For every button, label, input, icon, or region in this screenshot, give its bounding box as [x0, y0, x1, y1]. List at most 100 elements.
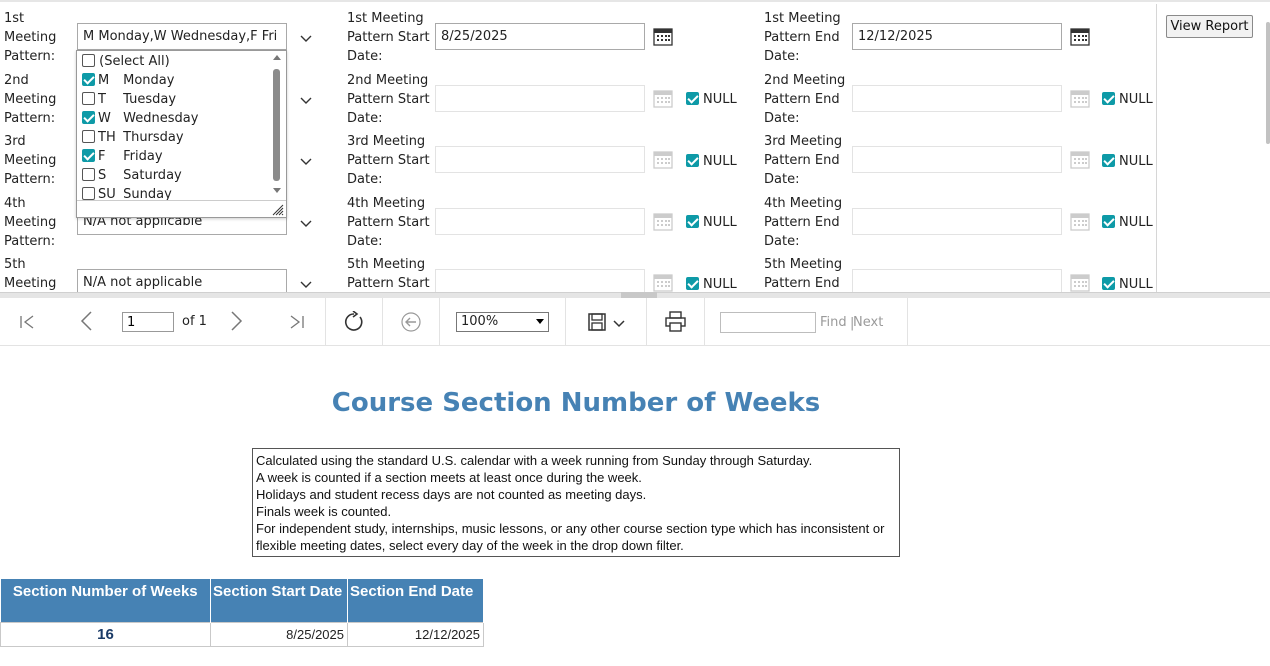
end-date-5-label: 5th Meeting Pattern End	[764, 257, 843, 291]
dropdown-option-select-all[interactable]: (Select All)	[82, 52, 170, 71]
find-next-button[interactable]: Next	[853, 315, 883, 330]
refresh-icon[interactable]	[343, 311, 365, 333]
start-date-4-label: 4th Meeting Pattern Start Date:	[347, 196, 430, 249]
end-date-4-null-checkbox[interactable]: NULL	[1102, 215, 1153, 231]
start-date-3-label: 3rd Meeting Pattern Start Date:	[347, 134, 430, 187]
end-date-2-input[interactable]	[852, 85, 1062, 112]
header-end-date: Section End Date	[347, 579, 484, 622]
toolbar-divider	[646, 298, 647, 345]
chevron-down-icon[interactable]	[300, 32, 312, 44]
chevron-down-icon[interactable]	[300, 94, 312, 106]
note-line: A week is counted if a section meets at …	[256, 470, 642, 485]
end-date-3-label: 3rd Meeting Pattern End Date:	[764, 134, 843, 187]
dropdown-footer	[77, 200, 286, 217]
chevron-down-icon[interactable]	[300, 278, 312, 290]
start-date-5-null-checkbox[interactable]: NULL	[686, 277, 737, 292]
print-icon[interactable]	[665, 311, 686, 332]
next-page-icon[interactable]	[230, 311, 244, 331]
note-line: Finals week is counted.	[256, 504, 392, 519]
toolbar-divider	[325, 298, 326, 345]
scroll-up-icon[interactable]	[273, 55, 281, 60]
last-page-icon[interactable]	[289, 314, 305, 330]
end-date-5-input[interactable]	[852, 269, 1062, 292]
cell-start-date: 8/25/2025	[210, 621, 348, 647]
find-input[interactable]	[720, 312, 816, 333]
toolbar-divider	[704, 298, 705, 345]
chevron-down-icon[interactable]	[300, 155, 312, 167]
calendar-icon[interactable]	[653, 89, 673, 108]
calendar-icon[interactable]	[1070, 212, 1090, 231]
calendar-icon[interactable]	[653, 150, 673, 169]
calendar-icon[interactable]	[653, 212, 673, 231]
back-to-parent-icon[interactable]	[400, 311, 422, 333]
zoom-select[interactable]: 100%	[456, 312, 549, 332]
dropdown-option-wednesday[interactable]: W Wednesday	[82, 109, 198, 128]
parameter-scrollbar[interactable]	[1266, 22, 1270, 144]
header-start-date: Section Start Date	[210, 579, 348, 622]
first-page-icon[interactable]	[19, 314, 35, 330]
end-date-4-label: 4th Meeting Pattern End Date:	[764, 196, 843, 249]
save-icon[interactable]	[587, 312, 607, 332]
calendar-icon[interactable]	[653, 27, 673, 46]
pattern-1-dropdown[interactable]: M Monday,W Wednesday,F Fri	[77, 23, 287, 50]
table-row: 16 8/25/2025 12/12/2025	[0, 621, 484, 647]
pattern-4-label: 4th Meeting Pattern:	[4, 196, 57, 249]
report-notes: Calculated using the standard U.S. calen…	[252, 448, 900, 557]
note-line: Calculated using the standard U.S. calen…	[256, 453, 813, 468]
start-date-2-input[interactable]	[435, 85, 645, 112]
calendar-icon[interactable]	[653, 273, 673, 292]
toolbar-divider	[439, 298, 440, 345]
start-date-1-label: 1st Meeting Pattern Start Date:	[347, 11, 430, 64]
dropdown-scrollbar[interactable]	[273, 69, 280, 181]
chevron-down-icon[interactable]	[613, 320, 625, 328]
view-report-button[interactable]: View Report	[1166, 15, 1253, 38]
results-table: Section Number of Weeks Section Start Da…	[0, 579, 484, 647]
start-date-1-input[interactable]: 8/25/2025	[435, 23, 645, 50]
header-number-of-weeks: Section Number of Weeks	[0, 579, 211, 622]
toolbar-divider	[565, 298, 566, 345]
scroll-down-icon[interactable]	[273, 188, 281, 193]
calendar-icon[interactable]	[1070, 150, 1090, 169]
end-date-2-label: 2nd Meeting Pattern End Date:	[764, 73, 846, 126]
start-date-5-input[interactable]	[435, 269, 645, 292]
start-date-5-label: 5th Meeting Pattern Start	[347, 257, 430, 291]
resize-grip-icon[interactable]	[272, 204, 284, 216]
start-date-4-input[interactable]	[435, 208, 645, 235]
dropdown-option-thursday[interactable]: TH Thursday	[82, 128, 184, 147]
cell-number-of-weeks: 16	[0, 621, 211, 647]
end-date-4-input[interactable]	[852, 208, 1062, 235]
pattern-1-label: 1st Meeting Pattern:	[4, 11, 57, 64]
start-date-3-null-checkbox[interactable]: NULL	[686, 154, 737, 170]
dropdown-option-saturday[interactable]: S Saturday	[82, 166, 182, 185]
end-date-5-null-checkbox[interactable]: NULL	[1102, 277, 1153, 292]
chevron-down-icon[interactable]	[300, 217, 312, 229]
pattern-2-label: 2nd Meeting Pattern:	[4, 73, 57, 126]
note-line: Holidays and student recess days are not…	[256, 487, 647, 502]
calendar-icon[interactable]	[1070, 27, 1090, 46]
page-count: of 1	[182, 314, 207, 329]
note-line: For independent study, internships, musi…	[256, 521, 885, 536]
end-date-1-input[interactable]: 12/12/2025	[852, 23, 1062, 50]
cell-end-date: 12/12/2025	[347, 621, 484, 647]
meeting-pattern-dropdown-list: (Select All) M Monday T Tuesday W Wednes…	[76, 50, 287, 218]
report-toolbar: of 1 100% Find | Next	[0, 298, 1270, 346]
dropdown-option-friday[interactable]: F Friday	[82, 147, 163, 166]
pattern-5-dropdown[interactable]: N/A not applicable	[77, 269, 287, 292]
panel-divider	[1156, 4, 1157, 292]
dropdown-option-monday[interactable]: M Monday	[82, 71, 174, 90]
page-number-input[interactable]	[122, 312, 174, 332]
start-date-2-null-checkbox[interactable]: NULL	[686, 92, 737, 108]
end-date-2-null-checkbox[interactable]: NULL	[1102, 92, 1153, 108]
calendar-icon[interactable]	[1070, 273, 1090, 292]
start-date-3-input[interactable]	[435, 146, 645, 173]
dropdown-option-tuesday[interactable]: T Tuesday	[82, 90, 176, 109]
previous-page-icon[interactable]	[79, 311, 93, 331]
end-date-3-null-checkbox[interactable]: NULL	[1102, 154, 1153, 170]
parameter-panel: 1st Meeting Pattern: 2nd Meeting Pattern: 3r…	[0, 0, 1270, 292]
find-button[interactable]: Find	[820, 315, 847, 330]
start-date-4-null-checkbox[interactable]: NULL	[686, 215, 737, 231]
pattern-3-label: 3rd Meeting Pattern:	[4, 134, 57, 187]
calendar-icon[interactable]	[1070, 89, 1090, 108]
end-date-3-input[interactable]	[852, 146, 1062, 173]
note-line: flexible meeting dates, select every day…	[256, 538, 684, 553]
